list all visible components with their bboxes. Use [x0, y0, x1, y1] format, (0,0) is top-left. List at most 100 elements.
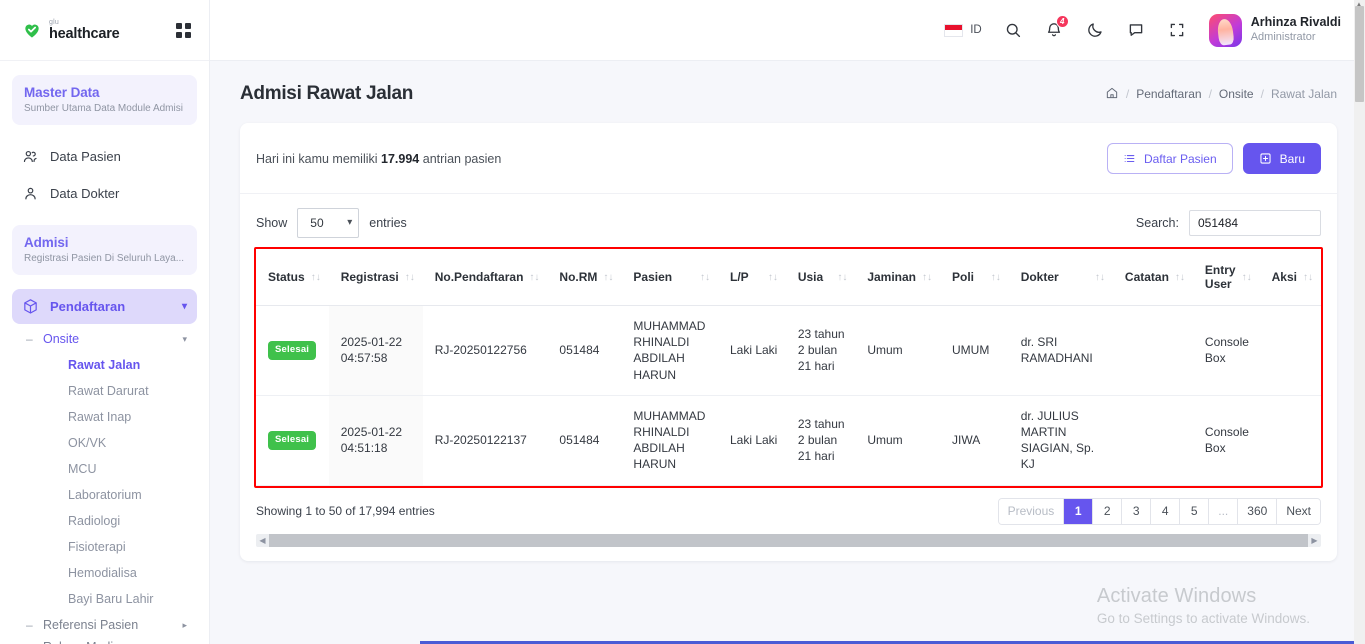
search-control: Search: [1136, 210, 1321, 236]
sidebar-item-label: Rekam Medis [43, 640, 119, 644]
breadcrumb-item-pendaftaran[interactable]: Pendaftaran [1136, 87, 1201, 101]
language-label: ID [970, 24, 982, 36]
sidebar-item-rawat-jalan[interactable]: Rawat Jalan [12, 352, 197, 378]
sort-icon: ↑↓ [310, 271, 321, 283]
sidebar-item-mcu[interactable]: MCU [12, 456, 197, 482]
scroll-left-arrow-icon[interactable]: ◀ [256, 536, 269, 545]
col-no-rm[interactable]: No.RM ↑↓ [547, 249, 622, 306]
sidebar-item-rawat-darurat[interactable]: Rawat Darurat [12, 378, 197, 404]
cell-catatan [1112, 305, 1193, 396]
search-label: Search: [1135, 216, 1179, 230]
main-area: ID 4 Arhinza Rivaldi Administrator Admis… [210, 0, 1365, 644]
table-row[interactable]: Selesai 2025-01-22 04:51:18 RJ-202501221… [256, 395, 1321, 486]
scroll-right-arrow-icon[interactable]: ▶ [1308, 536, 1321, 545]
pagination-ellipsis: ... [1209, 498, 1239, 524]
table-body: Selesai 2025-01-22 04:57:58 RJ-202501227… [256, 305, 1321, 486]
usia-months: 2 bulan [797, 433, 838, 448]
fullscreen-icon[interactable] [1167, 20, 1187, 40]
moon-icon[interactable] [1085, 20, 1105, 40]
col-aksi[interactable]: Aksi ↑↓ [1259, 249, 1321, 306]
col-pasien[interactable]: Pasien ↑↓ [621, 249, 718, 306]
cell-lp: Laki Laki [717, 395, 786, 486]
table-footer: Showing 1 to 50 of 17,994 entries Previo… [240, 488, 1337, 525]
sidebar-item-rekam-medis[interactable]: – Rekam Medis [12, 638, 197, 644]
table-row[interactable]: Selesai 2025-01-22 04:57:58 RJ-202501227… [256, 305, 1321, 396]
col-no-pendaftaran[interactable]: No.Pendaftaran ↑↓ [422, 249, 548, 306]
baru-button[interactable]: Baru [1242, 143, 1321, 174]
cell-jaminan: Umum [855, 305, 940, 396]
pagination-page-5[interactable]: 5 [1180, 498, 1210, 524]
pagination-page-4[interactable]: 4 [1151, 498, 1181, 524]
sort-icon: ↑↓ [1303, 271, 1313, 283]
usia-days: 21 hari [797, 449, 835, 464]
sidebar-item-hemodialisa[interactable]: Hemodialisa [12, 560, 197, 586]
scroll-thumb[interactable] [269, 533, 1308, 547]
sidebar-item-rawat-inap[interactable]: Rawat Inap [12, 404, 197, 430]
pagination-page-3[interactable]: 3 [1122, 498, 1152, 524]
brand-row: glu healthcare [0, 0, 209, 61]
pagination-next[interactable]: Next [1277, 498, 1320, 524]
col-registrasi[interactable]: Registrasi ↑↓ [328, 249, 423, 306]
sidebar-item-bayi-baru-lahir[interactable]: Bayi Baru Lahir [12, 586, 197, 612]
sidebar-item-radiologi[interactable]: Radiologi [12, 508, 197, 534]
topbar-icons: ID 4 [944, 15, 1187, 40]
sidebar-item-pendaftaran[interactable]: Pendaftaran ▾ [12, 289, 197, 324]
cell-registrasi: 2025-01-22 04:51:18 [328, 395, 423, 486]
language-switcher[interactable]: ID [944, 23, 982, 37]
sidebar-item-data-pasien[interactable]: Data Pasien [12, 139, 197, 174]
page-scroll-thumb[interactable] [1355, 6, 1364, 102]
user-menu[interactable]: Arhinza Rivaldi Administrator [1208, 13, 1341, 47]
col-usia[interactable]: Usia ↑↓ [785, 249, 856, 306]
flag-id-icon [944, 23, 964, 37]
section-title-master: Master Data [24, 85, 100, 100]
breadcrumb-separator: / [1260, 87, 1264, 101]
horizontal-scrollbar[interactable]: ◀ ▶ [256, 533, 1321, 547]
sidebar-item-ok-vk[interactable]: OK/VK [12, 430, 197, 456]
daftar-pasien-button[interactable]: Daftar Pasien [1106, 143, 1233, 174]
plus-box-icon [1260, 153, 1271, 164]
cell-aksi[interactable] [1259, 395, 1321, 486]
col-poli[interactable]: Poli ↑↓ [940, 249, 1009, 306]
queue-count: 17.994 [381, 151, 420, 166]
sort-icon: ↑↓ [699, 271, 710, 283]
search-input[interactable] [1189, 210, 1321, 236]
admissions-table: Status ↑↓ Registrasi ↑↓ No.Pendaftaran ↑↓ N… [256, 249, 1321, 486]
sidebar-item-laboratorium[interactable]: Laboratorium [12, 482, 197, 508]
col-catatan[interactable]: Catatan ↑↓ [1112, 249, 1193, 306]
page-scrollbar[interactable]: ▲ [1354, 0, 1365, 644]
pagination-page-360[interactable]: 360 [1238, 498, 1278, 524]
apps-grid-icon[interactable] [176, 22, 191, 38]
pagination-previous[interactable]: Previous [998, 498, 1065, 524]
users-icon [22, 148, 39, 165]
entries-label: entries [369, 216, 407, 230]
col-dokter[interactable]: Dokter ↑↓ [1008, 249, 1113, 306]
cell-no-pendaftaran: RJ-20250122137 [422, 395, 548, 486]
col-status[interactable]: Status ↑↓ [256, 249, 329, 306]
cell-entry-user: Console Box [1192, 305, 1260, 396]
cell-aksi[interactable] [1259, 305, 1321, 396]
pagination-page-2[interactable]: 2 [1093, 498, 1123, 524]
breadcrumb-separator: / [1125, 87, 1130, 101]
col-entry-user[interactable]: Entry User ↑↓ [1192, 249, 1260, 306]
bell-icon[interactable]: 4 [1044, 15, 1069, 40]
breadcrumb-item-onsite[interactable]: Onsite [1219, 87, 1254, 101]
sidebar-item-label: Referensi Pasien [43, 618, 139, 632]
sidebar-item-referensi-pasien[interactable]: – Referensi Pasien ▸ [12, 612, 197, 638]
pagination-page-1[interactable]: 1 [1064, 498, 1094, 524]
brand-logo-group[interactable]: glu healthcare [22, 19, 120, 42]
chat-icon[interactable] [1126, 20, 1146, 40]
search-icon[interactable] [1003, 20, 1023, 40]
box-icon [22, 298, 39, 315]
card-actions: Daftar Pasien Baru [1106, 143, 1321, 174]
collapse-dash-icon: – [26, 640, 34, 644]
sidebar-item-onsite[interactable]: – Onsite ▾ [12, 326, 197, 352]
sidebar-item-fisioterapi[interactable]: Fisioterapi [12, 534, 197, 560]
registrasi-time: 04:51:18 [340, 441, 388, 456]
col-lp[interactable]: L/P ↑↓ [717, 249, 786, 306]
col-jaminan[interactable]: Jaminan ↑↓ [855, 249, 940, 306]
entries-select[interactable]: 50 [297, 208, 360, 238]
sidebar-item-label: Data Dokter [50, 186, 120, 201]
home-icon[interactable] [1105, 86, 1119, 103]
sidebar-item-data-dokter[interactable]: Data Dokter [12, 176, 197, 211]
section-desc-admisi: Registrasi Pasien Di Seluruh Laya... [24, 253, 185, 264]
